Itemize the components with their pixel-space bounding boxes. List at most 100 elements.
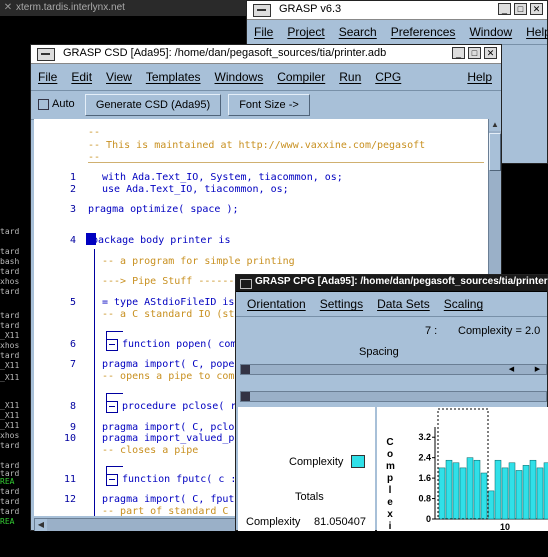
y-tick-label: 2.4 <box>418 453 431 463</box>
menu-help[interactable]: Help <box>467 70 492 84</box>
xterm-line: tard <box>0 442 20 450</box>
chart-bar[interactable] <box>494 459 502 520</box>
code-line: function popen( comm <box>122 339 243 350</box>
cpg-status-index: 7 : <box>425 325 438 337</box>
chart-bar[interactable] <box>438 467 446 520</box>
line-number: 9 <box>69 422 76 433</box>
menu-templates[interactable]: Templates <box>146 70 201 84</box>
menu-help[interactable]: Help <box>526 25 548 39</box>
slider-left-icon[interactable]: ◀ <box>507 365 516 374</box>
window-menu-icon[interactable] <box>253 4 271 17</box>
menu-scaling[interactable]: Scaling <box>444 297 483 311</box>
subprogram-box-icon[interactable] <box>106 474 118 486</box>
menu-compiler[interactable]: Compiler <box>277 70 325 84</box>
chart-bar[interactable] <box>501 467 509 520</box>
chart-bar[interactable] <box>466 457 474 520</box>
cpg-horizontal-scrollbar[interactable] <box>240 391 547 402</box>
grasp-main-titlebar[interactable]: GRASP v6.3 _ □ ✕ <box>247 1 547 20</box>
menu-window[interactable]: Window <box>469 25 512 39</box>
menu-data-sets[interactable]: Data Sets <box>377 297 430 311</box>
line-number: 8 <box>69 401 76 412</box>
window-menu-icon[interactable] <box>37 48 55 61</box>
xterm-line: tard <box>0 352 20 360</box>
menu-preferences[interactable]: Preferences <box>391 25 456 39</box>
chart-bar[interactable] <box>515 470 523 520</box>
spacing-label: Spacing <box>359 346 399 358</box>
package-marker-icon[interactable] <box>86 233 96 245</box>
code-line: = type AStdioFileID is <box>102 297 235 308</box>
xterm-line: _X11 <box>0 332 20 340</box>
chart-bar[interactable] <box>452 462 460 520</box>
xterm-line: _X11 <box>0 422 20 430</box>
xterm-line: tard <box>0 312 20 320</box>
control-bracket <box>106 393 123 402</box>
menu-settings[interactable]: Settings <box>320 297 363 311</box>
chart-bar[interactable] <box>543 462 548 520</box>
menu-view[interactable]: View <box>106 70 132 84</box>
csd-title: GRASP CSD [Ada95]: /home/dan/pegasoft_so… <box>63 47 387 59</box>
font-size-button[interactable]: Font Size -> <box>228 94 310 116</box>
scroll-handle[interactable] <box>241 392 250 401</box>
chart-bar[interactable] <box>480 472 488 520</box>
csd-menubar: File Edit View Templates Windows Compile… <box>31 64 501 91</box>
xterm-line: xhos <box>0 342 20 350</box>
grasp-main-menubar: File Project Search Preferences Window H… <box>247 20 548 45</box>
menu-orientation[interactable]: Orientation <box>247 297 306 311</box>
close-icon[interactable]: ✕ <box>0 0 16 16</box>
auto-checkbox[interactable] <box>38 99 49 110</box>
subprogram-box-icon[interactable] <box>106 401 118 413</box>
code-line: pragma import( C, fputc <box>102 494 241 505</box>
xterm-line: tard <box>0 498 20 506</box>
chart-bar[interactable] <box>473 459 481 520</box>
maximize-icon[interactable]: □ <box>468 47 481 59</box>
subprogram-box-icon[interactable] <box>106 339 118 351</box>
scroll-thumb[interactable] <box>489 133 501 171</box>
line-number: 2 <box>69 184 76 195</box>
minimize-icon[interactable]: _ <box>498 3 511 15</box>
minimize-icon[interactable]: _ <box>452 47 465 59</box>
maximize-icon[interactable]: □ <box>514 3 527 15</box>
chart-bar[interactable] <box>459 467 467 520</box>
chart-bar[interactable] <box>536 467 544 520</box>
chart-bar[interactable] <box>508 462 516 520</box>
legend-swatch <box>351 455 365 468</box>
menu-search[interactable]: Search <box>339 25 377 39</box>
menu-edit[interactable]: Edit <box>71 70 92 84</box>
window-menu-icon[interactable] <box>240 279 252 289</box>
cpg-window: GRASP CPG [Ada95]: /home/dan/pegasoft_so… <box>235 274 548 556</box>
code-line: package body printer is <box>92 235 231 246</box>
chart-bar[interactable] <box>445 459 453 520</box>
menu-cpg[interactable]: CPG <box>375 70 401 84</box>
menu-file[interactable]: File <box>38 70 57 84</box>
csd-toolbar: Auto Generate CSD (Ada95) Font Size -> <box>31 91 501 120</box>
bar-chart: 0 0.8 1.6 2.4 3.2 10 <box>418 408 548 531</box>
menu-windows[interactable]: Windows <box>215 70 264 84</box>
xterm-line: xhos <box>0 278 20 286</box>
xterm-line: REA <box>0 518 15 526</box>
chart-bar[interactable] <box>529 459 537 520</box>
auto-label: Auto <box>52 98 75 110</box>
scroll-up-icon[interactable]: ▲ <box>489 119 501 131</box>
code-line: pragma import( C, pclos <box>102 422 241 433</box>
cpg-titlebar[interactable]: GRASP CPG [Ada95]: /home/dan/pegasoft_so… <box>236 275 548 292</box>
menu-file[interactable]: File <box>254 25 273 39</box>
cpg-status-text: Complexity = 2.0 <box>458 325 541 337</box>
spacing-slider[interactable]: ◀ ▶ <box>240 364 547 375</box>
chart-bar[interactable] <box>487 490 495 520</box>
line-number: 1 <box>69 172 76 183</box>
close-icon[interactable]: ✕ <box>484 47 497 59</box>
xterm-titlebar[interactable]: ✕ xterm.tardis.interlynx.net <box>0 0 250 16</box>
generate-csd-button[interactable]: Generate CSD (Ada95) <box>85 94 221 116</box>
menu-run[interactable]: Run <box>339 70 361 84</box>
scroll-left-icon[interactable]: ◀ <box>35 519 47 531</box>
chart-bar[interactable] <box>522 465 530 520</box>
menu-project[interactable]: Project <box>287 25 324 39</box>
csd-titlebar[interactable]: GRASP CSD [Ada95]: /home/dan/pegasoft_so… <box>31 45 501 64</box>
xterm-line: tard <box>0 288 20 296</box>
code-line: procedure pclose( re <box>122 401 243 412</box>
slider-right-icon[interactable]: ▶ <box>533 365 542 374</box>
code-comment: -- opens a pipe to comm <box>102 371 241 382</box>
grasp-main-title: GRASP v6.3 <box>279 3 342 15</box>
close-icon[interactable]: ✕ <box>530 3 543 15</box>
slider-handle[interactable] <box>241 365 250 374</box>
